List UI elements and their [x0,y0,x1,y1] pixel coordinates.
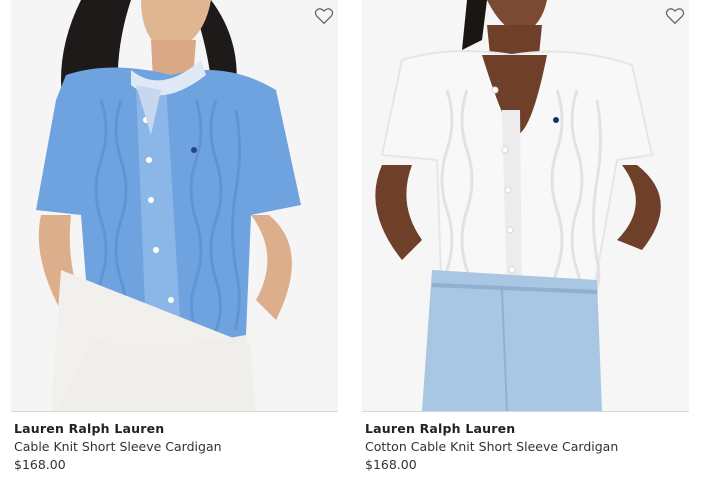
product-brand: Lauren Ralph Lauren [14,421,165,436]
card-divider [362,411,689,412]
wishlist-heart-icon[interactable] [314,7,334,25]
product-brand: Lauren Ralph Lauren [365,421,516,436]
product-card[interactable]: Lauren Ralph Lauren Cable Knit Short Sle… [11,0,338,479]
white-cardigan-photo [362,0,689,411]
product-price: $168.00 [14,457,66,472]
wishlist-heart-icon[interactable] [665,7,685,25]
product-image[interactable] [11,0,338,411]
product-price: $168.00 [365,457,417,472]
blue-cardigan-photo [11,0,338,411]
product-image[interactable] [362,0,689,411]
card-divider [11,411,338,412]
product-card[interactable]: Lauren Ralph Lauren Cotton Cable Knit Sh… [362,0,689,479]
product-name[interactable]: Cable Knit Short Sleeve Cardigan [14,439,222,454]
product-name[interactable]: Cotton Cable Knit Short Sleeve Cardigan [365,439,618,454]
